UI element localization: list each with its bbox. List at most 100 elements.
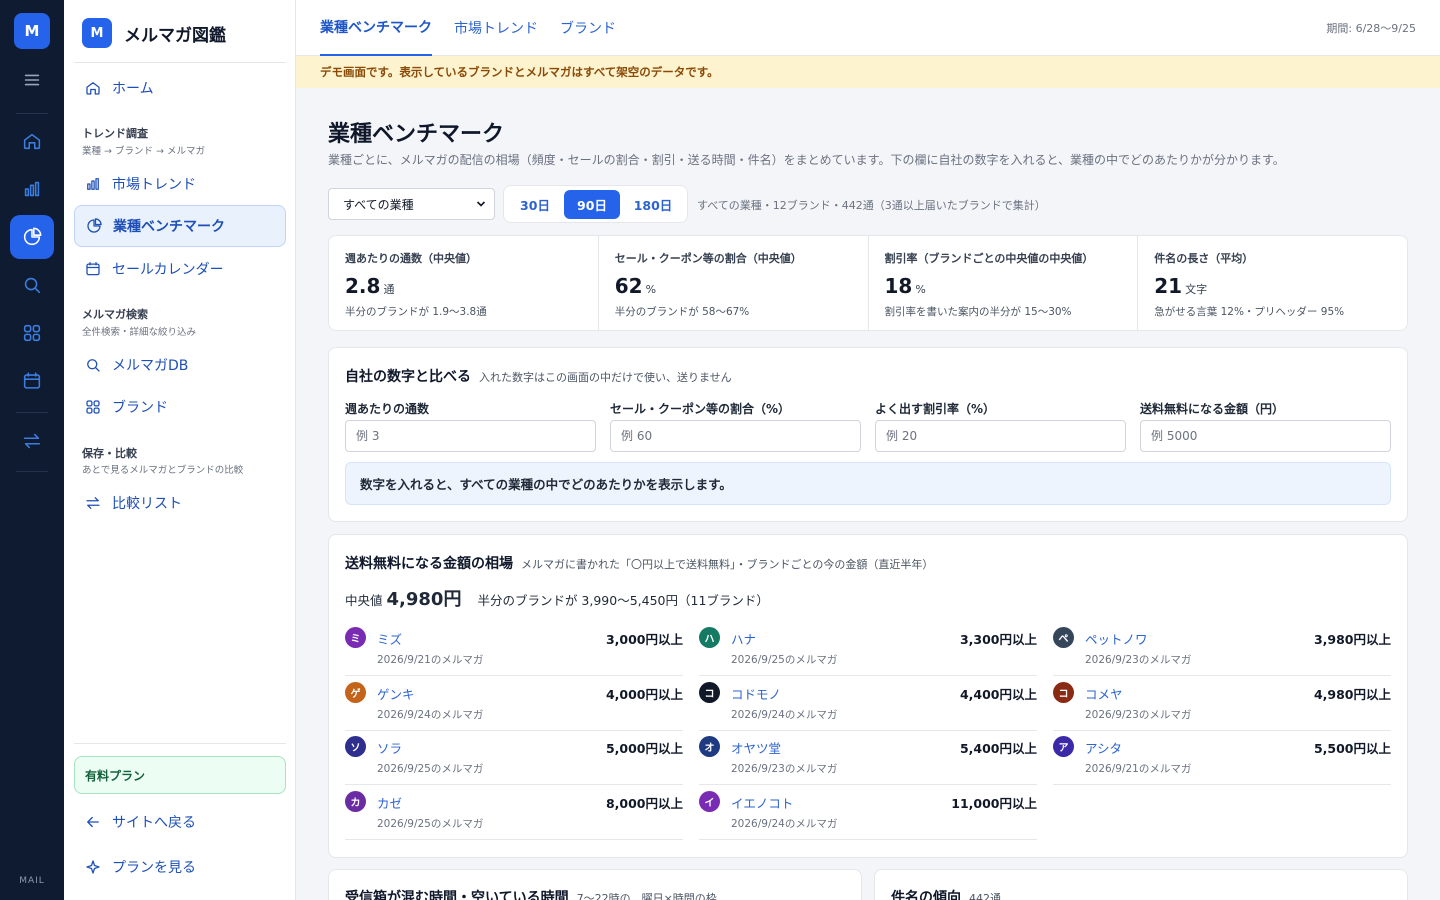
sidebar-item-brand[interactable]: ブランド xyxy=(74,386,286,428)
sidebar-item-label: ホーム xyxy=(112,81,154,97)
brand-avatar: ゲ xyxy=(345,682,366,703)
mail-date: 2026/9/21のメルマガ xyxy=(377,654,484,666)
brand-link[interactable]: コメヤ xyxy=(1085,684,1123,703)
shipping-list-item: ココメヤ 2026/9/23のメルマガ 4,980円以上 xyxy=(1053,676,1391,731)
shipping-list-item: アアシタ 2026/9/21のメルマガ 5,500円以上 xyxy=(1053,730,1391,785)
brand-link[interactable]: ミズ xyxy=(377,629,402,648)
sidebar-item-label: 比較リスト xyxy=(112,496,182,512)
brand-avatar: コ xyxy=(1053,682,1074,703)
sidebar-item-home[interactable]: ホーム xyxy=(74,67,286,109)
shipping-list-item: ゲゲンキ 2026/9/24のメルマガ 4,000円以上 xyxy=(345,676,683,731)
grid-icon[interactable] xyxy=(10,311,54,355)
shipping-threshold-card: 送料無料になる金額の相場 メルマガに書かれた「〇円以上で送料無料」・ブランドごとの… xyxy=(328,534,1408,858)
weekly-count-input[interactable] xyxy=(345,420,596,452)
median-label: 中央値 xyxy=(345,593,383,608)
compare-card: 自社の数字と比べる 入れた数字はこの画面の中だけで使い、送りません 週あたりの通数… xyxy=(328,347,1408,522)
arrow-left-icon xyxy=(87,816,99,828)
brand-link[interactable]: アシタ xyxy=(1085,738,1122,757)
threshold-price: 11,000円以上 xyxy=(951,796,1037,811)
app-brand[interactable]: M メルマガ図鑑 xyxy=(82,18,226,48)
threshold-price: 3,000円以上 xyxy=(605,632,683,647)
swap-icon[interactable] xyxy=(10,419,54,463)
search-icon[interactable] xyxy=(10,263,54,307)
sidebar-item-market-trend[interactable]: 市場トレンド xyxy=(74,163,286,205)
stat-note: 半分のブランドが 1.9〜3.8通 xyxy=(345,306,487,318)
stats-panel: 週あたりの通数（中央値） 2.8 通 半分のブランドが 1.9〜3.8通 セール・… xyxy=(328,235,1408,331)
stat-subject-length: 件名の長さ（平均） 21 文字 急がせる言葉 12%・プリヘッダー 95% xyxy=(1138,236,1407,330)
range-180-button[interactable]: 180日 xyxy=(625,190,681,219)
sale-ratio-input[interactable] xyxy=(610,420,861,452)
rail-divider xyxy=(16,113,48,114)
brand-link[interactable]: カゼ xyxy=(377,793,402,812)
view-plans-link[interactable]: プランを見る xyxy=(74,846,286,888)
menu-icon[interactable] xyxy=(10,58,54,102)
sidebar-item-compare-list[interactable]: 比較リスト xyxy=(74,482,286,524)
discount-rate-input[interactable] xyxy=(875,420,1126,452)
rail-footer-label: MAIL xyxy=(19,876,45,886)
threshold-price: 5,400円以上 xyxy=(959,741,1037,756)
median-range: 半分のブランドが 3,990〜5,450円（11ブランド） xyxy=(477,593,769,608)
icon-rail: M MAIL xyxy=(0,0,64,900)
tab-brand[interactable]: ブランド xyxy=(560,0,616,56)
shipping-list-item: ハハナ 2026/9/25のメルマガ 3,300円以上 xyxy=(699,621,1037,676)
swap-icon xyxy=(86,497,100,509)
brand-link[interactable]: イエノコト xyxy=(731,793,793,812)
brand-link[interactable]: ゲンキ xyxy=(377,684,415,703)
sidebar-item-label: 業種ベンチマーク xyxy=(113,219,225,235)
mail-date: 2026/9/25のメルマガ xyxy=(377,763,484,775)
rail-divider xyxy=(16,471,48,472)
brand-avatar: ソ xyxy=(345,736,366,757)
shipping-list-item: イイエノコト 2026/9/24のメルマガ 11,000円以上 xyxy=(699,785,1037,840)
inbox-busy-subtitle: 7〜22時の、曜日×時間の枠 xyxy=(576,892,717,900)
period-label: 期間: 6/28〜9/25 xyxy=(1326,22,1416,35)
filter-summary: すべての業種・12ブランド・442通（3通以上届いたブランドで集計） xyxy=(697,199,1046,212)
brand-avatar: ア xyxy=(1053,736,1074,757)
top-tabs-bar: 業種ベンチマーク 市場トレンド ブランド 期間: 6/28〜9/25 xyxy=(296,0,1440,56)
stat-label: 件名の長さ（平均） xyxy=(1154,252,1254,265)
tab-benchmark[interactable]: 業種ベンチマーク xyxy=(320,0,432,56)
bar-chart-icon[interactable] xyxy=(10,167,54,211)
pie-chart-icon[interactable] xyxy=(10,215,54,259)
sale-ratio-label: セール・クーポン等の割合（%） xyxy=(610,402,791,416)
bar-chart-icon xyxy=(87,178,99,190)
sidebar-item-mail-db[interactable]: メルマガDB xyxy=(74,344,286,386)
home-icon[interactable] xyxy=(10,119,54,163)
industry-select[interactable]: すべての業種 xyxy=(328,188,495,220)
industry-select-value: すべての業種 xyxy=(343,197,414,212)
free-shipping-input[interactable] xyxy=(1140,420,1391,452)
mail-date: 2026/9/24のメルマガ xyxy=(731,709,838,721)
sidebar-item-benchmark[interactable]: 業種ベンチマーク xyxy=(74,205,286,247)
stat-unit: 通 xyxy=(383,283,395,296)
range-30-button[interactable]: 30日 xyxy=(510,190,560,219)
mail-date: 2026/9/25のメルマガ xyxy=(731,654,838,666)
sidebar-item-sale-calendar[interactable]: セールカレンダー xyxy=(74,248,286,290)
brand-link[interactable]: ペットノワ xyxy=(1085,629,1148,648)
brand-link[interactable]: ハナ xyxy=(731,629,756,648)
range-toggle: 30日 90日 180日 xyxy=(503,185,688,223)
demo-banner: デモ画面です。表示しているブランドとメルマガはすべて架空のデータです。 xyxy=(296,56,1440,88)
sidebar-item-label: ブランド xyxy=(112,400,168,416)
weekly-count-label: 週あたりの通数 xyxy=(345,402,430,416)
stat-label: セール・クーポン等の割合（中央値） xyxy=(614,252,802,265)
brand-avatar: コ xyxy=(699,682,720,703)
tab-market-trend[interactable]: 市場トレンド xyxy=(454,0,538,56)
stat-note: 急がせる言葉 12%・プリヘッダー 95% xyxy=(1154,306,1345,318)
brand-link[interactable]: オヤツ堂 xyxy=(731,738,781,757)
mail-date: 2026/9/24のメルマガ xyxy=(377,709,484,721)
stat-note: 半分のブランドが 58〜67% xyxy=(614,306,750,318)
sidebar-divider xyxy=(74,62,286,63)
sidebar-item-label: セールカレンダー xyxy=(112,262,224,278)
section-title-trend: トレンド調査 xyxy=(82,127,148,140)
range-90-button[interactable]: 90日 xyxy=(564,190,620,219)
brand-link[interactable]: ソラ xyxy=(377,738,402,757)
brand-avatar: カ xyxy=(345,791,366,812)
discount-rate-label: よく出す割引率（%） xyxy=(875,402,996,416)
free-shipping-label: 送料無料になる金額（円） xyxy=(1140,402,1285,416)
back-to-site-link[interactable]: サイトへ戻る xyxy=(74,801,286,843)
section-sub-search: 全件検索・詳細な絞り込み xyxy=(82,327,197,338)
stat-unit: % xyxy=(645,283,657,296)
rail-logo[interactable]: M xyxy=(14,13,50,49)
brand-link[interactable]: コドモノ xyxy=(731,684,781,703)
plan-badge[interactable]: 有料プラン xyxy=(74,756,286,794)
calendar-icon[interactable] xyxy=(10,359,54,403)
